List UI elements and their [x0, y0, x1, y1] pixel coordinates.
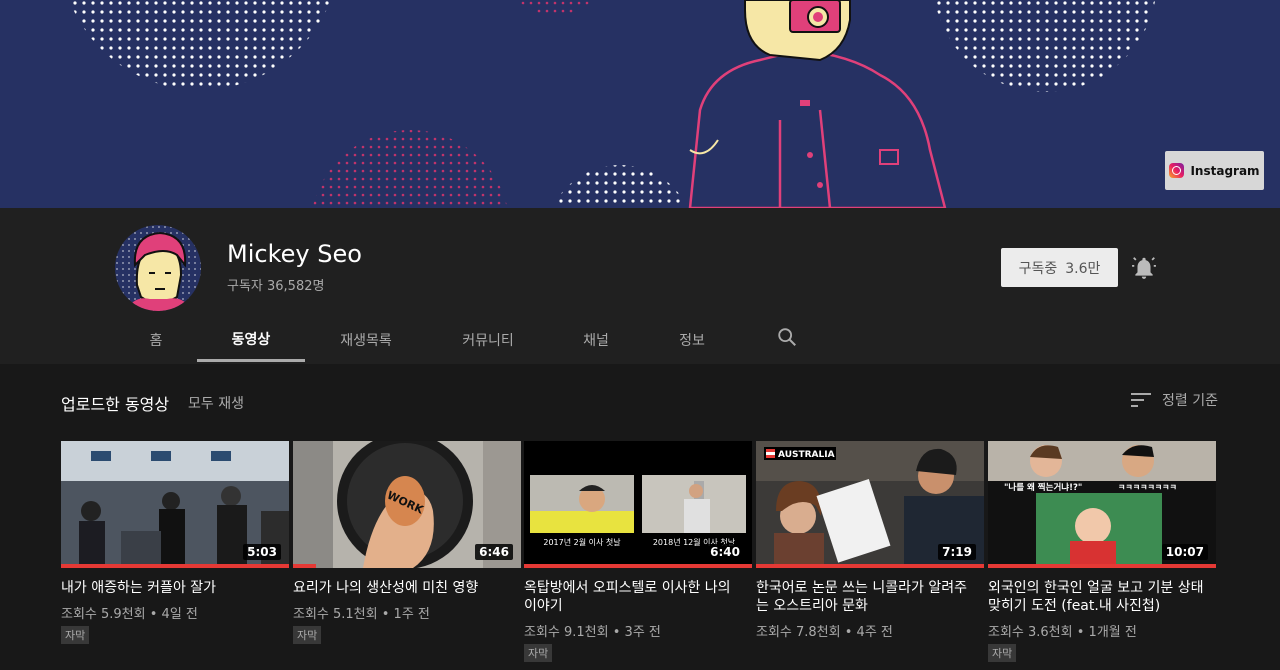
tab-about[interactable]: 정보 [660, 318, 724, 361]
bell-icon[interactable] [1131, 255, 1157, 281]
svg-text:WORK: WORK [385, 489, 426, 517]
play-all-button[interactable]: 모두 재생 [188, 393, 244, 413]
section-title: 업로드한 동영상 [61, 395, 170, 414]
tab-playlists[interactable]: 재생목록 [320, 318, 412, 361]
subscriber-count: 구독자 36,582명 [227, 279, 325, 294]
caption-badge: 자막 [988, 644, 1017, 662]
channel-name: Mickey Seo [227, 240, 362, 268]
video-meta: 조회수 5.9천회 • 4일 전 [61, 607, 198, 622]
video-title[interactable]: 옥탑방에서 오피스텔로 이사한 나의 이야기 [524, 579, 746, 615]
watch-progress-bar [756, 564, 984, 568]
instagram-link[interactable]: Instagram [1165, 151, 1264, 190]
channel-avatar[interactable] [115, 225, 201, 311]
watch-progress-bar [293, 564, 316, 568]
instagram-icon [1169, 163, 1185, 178]
view-count: 조회수 9.1천회 [524, 625, 609, 640]
video-card[interactable]: 5:03 내가 애증하는 커플아 잘가 조회수 5.9천회 • 4일 전 자막 [61, 441, 289, 644]
video-title[interactable]: 요리가 나의 생산성에 미친 영향 [293, 579, 515, 597]
watch-progress-bar [988, 564, 1216, 568]
svg-text:AUSTRALIA: AUSTRALIA [778, 450, 835, 460]
video-thumbnail[interactable]: 5:03 [61, 441, 289, 568]
video-thumbnail[interactable]: 2017년 2월 이사 첫날 2018년 12월 이사 첫날 6:40 [524, 441, 752, 568]
video-thumbnail[interactable]: AUSTRALIA 7:19 [756, 441, 984, 568]
tab-videos[interactable]: 동영상 [197, 318, 305, 362]
caption-badge: 자막 [61, 626, 90, 644]
subscribe-count: 3.6만 [1065, 260, 1101, 277]
upload-age: 4주 전 [856, 625, 893, 640]
sort-button[interactable]: 정렬 기준 [1130, 390, 1218, 410]
subscribe-label: 구독중 [1018, 260, 1058, 277]
upload-age: 4일 전 [161, 607, 198, 622]
subscribe-button[interactable]: 구독중 3.6만 [1001, 248, 1118, 287]
view-count: 조회수 3.6천회 [988, 625, 1073, 640]
video-meta: 조회수 5.1천회 • 1주 전 [293, 607, 430, 622]
view-count: 조회수 5.1천회 [293, 607, 378, 622]
view-count: 조회수 7.8천회 [756, 625, 841, 640]
tab-channels[interactable]: 채널 [564, 318, 628, 361]
video-title[interactable]: 외국인의 한국인 얼굴 보고 기분 상태 맞히기 도전 (feat.내 사진첩) [988, 579, 1210, 615]
banner-illustration [69, 0, 1156, 208]
upload-age: 3주 전 [624, 625, 661, 640]
channel-tabs: 홈 동영상 재생목록 커뮤니티 채널 정보 [0, 318, 1280, 362]
video-meta: 조회수 7.8천회 • 4주 전 [756, 625, 893, 640]
svg-text:2017년 2월 이사 첫날: 2017년 2월 이사 첫날 [543, 537, 621, 547]
upload-age: 1개월 전 [1088, 625, 1137, 640]
video-card[interactable]: AUSTRALIA 7:19 한국어로 논문 쓰는 니콜라가 알려주는 오스트리… [756, 441, 984, 640]
svg-text:"나를 왜 찍는거냐!?": "나를 왜 찍는거냐!?" [1004, 482, 1082, 493]
watch-progress-bar [61, 564, 289, 568]
video-title[interactable]: 한국어로 논문 쓰는 니콜라가 알려주는 오스트리아 문화 [756, 579, 978, 615]
view-count: 조회수 5.9천회 [61, 607, 146, 622]
video-duration: 7:19 [938, 544, 976, 560]
caption-badge: 자막 [293, 626, 322, 644]
video-card[interactable]: "나를 왜 찍는거냐!?" ㅋㅋㅋㅋㅋㅋㅋㅋ 10:07 외국인의 한국인 얼굴… [988, 441, 1216, 662]
sort-icon [1131, 393, 1151, 407]
video-duration: 10:07 [1161, 544, 1208, 560]
video-duration: 6:40 [706, 544, 744, 560]
upload-age: 1주 전 [393, 607, 430, 622]
video-meta: 조회수 3.6천회 • 1개월 전 [988, 625, 1137, 640]
video-thumbnail[interactable]: "나를 왜 찍는거냐!?" ㅋㅋㅋㅋㅋㅋㅋㅋ 10:07 [988, 441, 1216, 568]
video-card[interactable]: 2017년 2월 이사 첫날 2018년 12월 이사 첫날 6:40 옥탑방에… [524, 441, 752, 662]
svg-text:ㅋㅋㅋㅋㅋㅋㅋㅋ: ㅋㅋㅋㅋㅋㅋㅋㅋ [1118, 483, 1177, 492]
video-duration: 6:46 [475, 544, 513, 560]
tab-community[interactable]: 커뮤니티 [440, 318, 536, 361]
video-thumbnail[interactable]: WORK 6:46 [293, 441, 521, 568]
video-title[interactable]: 내가 애증하는 커플아 잘가 [61, 579, 283, 597]
channel-banner: Instagram [0, 0, 1280, 208]
video-meta: 조회수 9.1천회 • 3주 전 [524, 625, 661, 640]
video-card[interactable]: WORK 6:46 요리가 나의 생산성에 미친 영향 조회수 5.1천회 • … [293, 441, 521, 644]
watch-progress-bar [524, 564, 752, 568]
video-grid: 5:03 내가 애증하는 커플아 잘가 조회수 5.9천회 • 4일 전 자막 … [61, 441, 1221, 670]
instagram-label: Instagram [1190, 163, 1260, 178]
sort-label: 정렬 기준 [1162, 393, 1218, 409]
search-icon[interactable] [776, 326, 798, 348]
tab-home[interactable]: 홈 [120, 318, 192, 361]
video-duration: 5:03 [243, 544, 281, 560]
caption-badge: 자막 [524, 644, 553, 662]
